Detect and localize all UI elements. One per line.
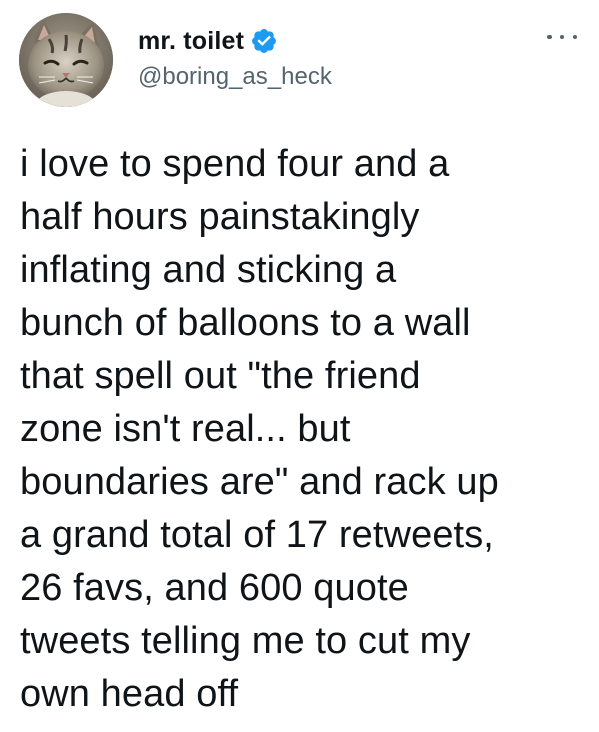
user-avatar[interactable] [19,13,113,107]
more-dot [547,34,552,40]
display-name[interactable]: mr. toilet [138,26,244,56]
more-dot [559,34,565,40]
tweet-card: mr. toilet @boring_as_heck i love to spe… [0,0,599,732]
tweet-text-line: zone isn't real... but [20,408,351,450]
tweet-text-line: boundaries are" and rack up [20,461,499,503]
more-dot [572,34,577,40]
tweet-text-line: own head off [20,673,239,715]
more-options-icon[interactable] [547,32,577,42]
tweet-text-line: inflating and sticking a [20,249,397,291]
tweet-text-line: bunch of balloons to a wall [20,302,471,344]
tweet-text-line: tweets telling me to cut my [20,620,471,662]
tweet-text-line: i love to spend four and a [20,143,450,185]
tweet-text-line: a grand total of 17 retweets, [20,514,494,556]
tweet-text-line: 26 favs, and 600 quote [20,567,409,609]
tweet-text-line: that spell out "the friend [20,355,421,397]
cat-avatar-icon [19,13,113,107]
tweet-text-line: half hours painstakingly [20,196,420,238]
tweet-text: i love to spend four and a half hours pa… [20,138,585,721]
user-name-row: mr. toilet [138,24,278,58]
verified-badge-icon [250,27,278,55]
user-handle[interactable]: @boring_as_heck [138,62,332,92]
